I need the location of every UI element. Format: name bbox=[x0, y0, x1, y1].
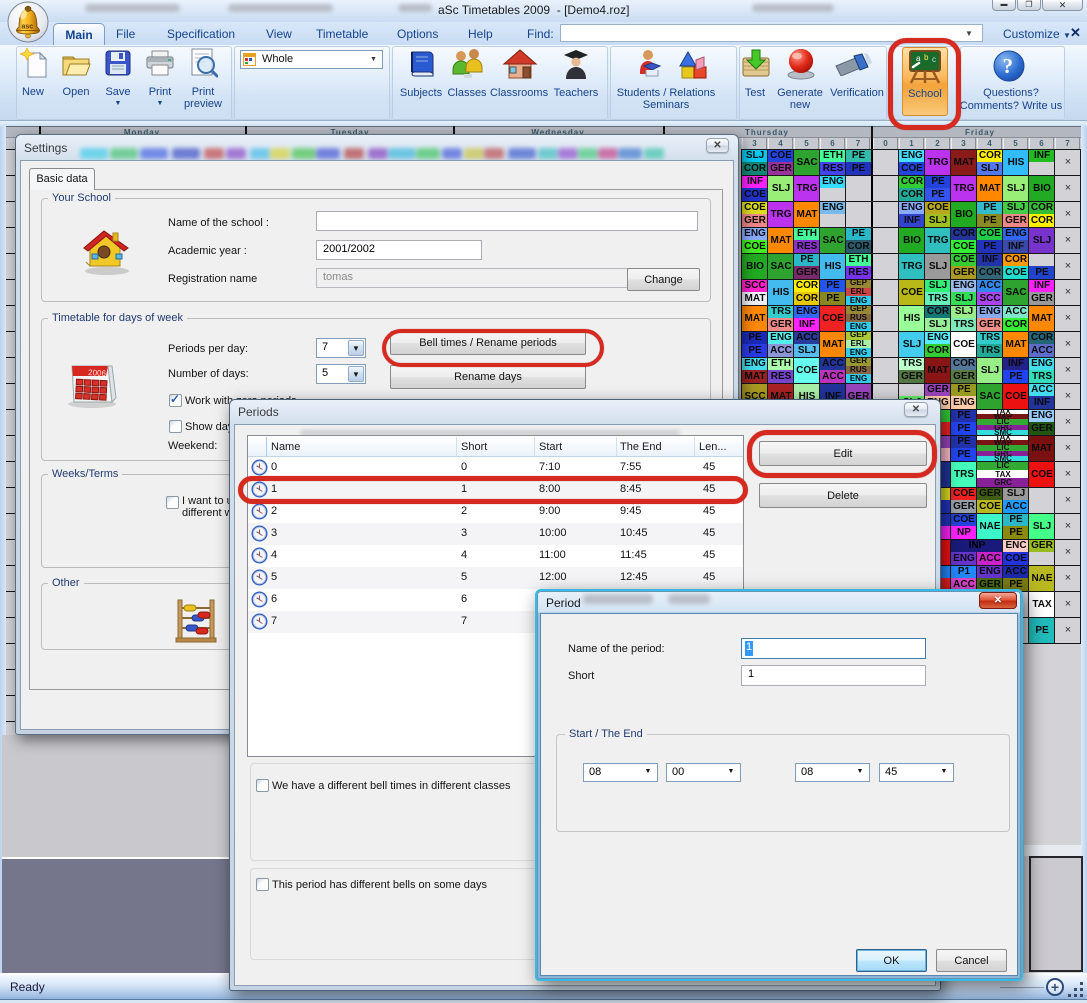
svg-text:asc: asc bbox=[22, 24, 34, 31]
svg-text:2006: 2006 bbox=[88, 368, 107, 378]
svg-text:?: ? bbox=[1003, 54, 1014, 78]
